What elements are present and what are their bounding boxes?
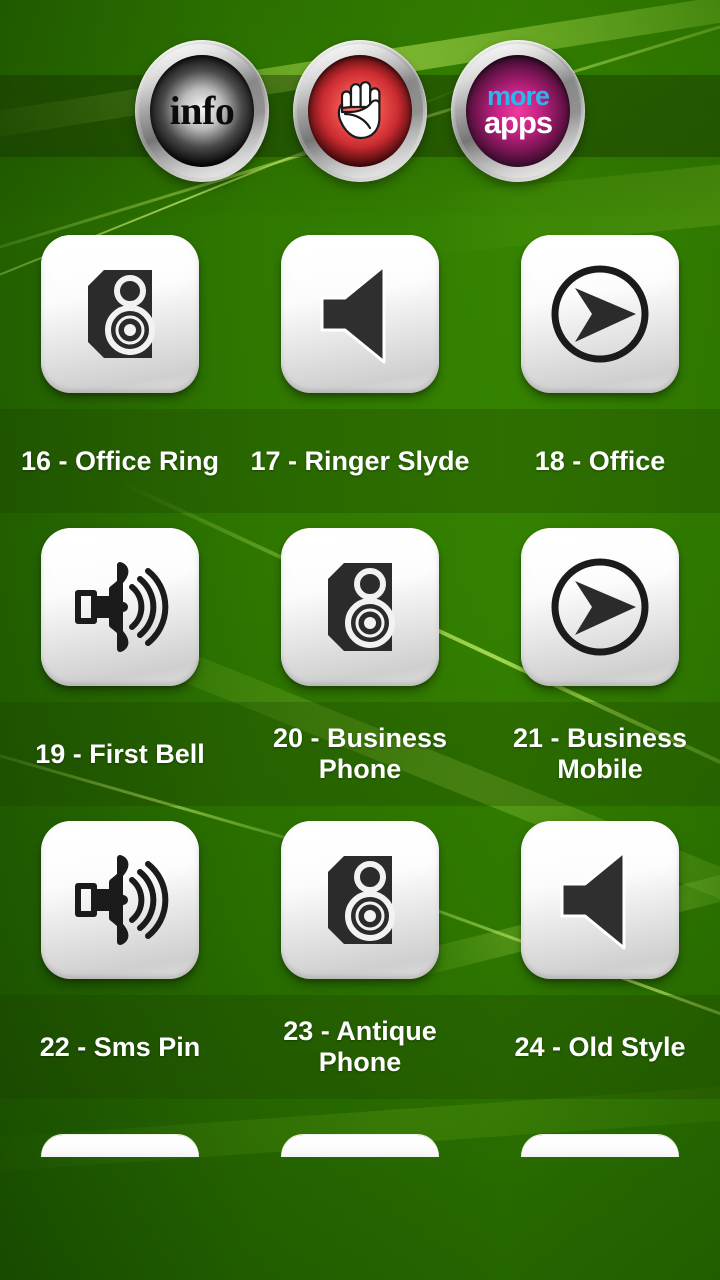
ringtone-tile-partial[interactable] — [281, 1135, 439, 1157]
ringtone-cell[interactable]: 21 - Business Mobile — [480, 528, 720, 806]
ringtone-label: 24 - Old Style — [480, 995, 720, 1099]
ringtone-cell[interactable]: 18 - Office — [480, 235, 720, 513]
ringtone-tile-24[interactable] — [521, 821, 679, 979]
ringtone-label: 19 - First Bell — [0, 702, 240, 806]
ringtone-label: 22 - Sms Pin — [0, 995, 240, 1099]
more-apps-button-face: more apps — [466, 55, 570, 167]
ringtone-tile-16[interactable] — [41, 235, 199, 393]
speaker-cabinet-icon — [314, 850, 406, 950]
ringtone-tile-21[interactable] — [521, 528, 679, 686]
info-button-face: info — [150, 55, 254, 167]
ringtone-cell[interactable]: 23 - Antique Phone — [240, 821, 480, 1099]
ringtone-label: 18 - Office — [480, 409, 720, 513]
horn-waves-icon — [68, 852, 172, 948]
ringtone-cell[interactable]: 20 - Business Phone — [240, 528, 480, 806]
hand-stop-icon — [329, 74, 391, 149]
ringtone-cell[interactable]: 19 - First Bell — [0, 528, 240, 806]
ringtone-label: 16 - Office Ring — [0, 409, 240, 513]
ringtone-label: 21 - Business Mobile — [480, 702, 720, 806]
more-apps-label-bottom: apps — [483, 105, 553, 141]
play-arrow-circle-icon — [548, 555, 652, 659]
ringtone-cell[interactable]: 22 - Sms Pin — [0, 821, 240, 1099]
ringtone-label: 23 - Antique Phone — [240, 995, 480, 1099]
volume-cone-icon — [312, 262, 408, 366]
header-bar: info more apps — [0, 0, 720, 215]
ringtone-tile-partial[interactable] — [521, 1135, 679, 1157]
ringtone-tile-partial[interactable] — [41, 1135, 199, 1157]
ringtone-tile-20[interactable] — [281, 528, 439, 686]
speaker-cabinet-icon — [74, 264, 166, 364]
ringtone-cell[interactable]: 24 - Old Style — [480, 821, 720, 1099]
play-arrow-circle-icon — [548, 262, 652, 366]
ringtone-label: 20 - Business Phone — [240, 702, 480, 806]
stop-button-face — [308, 55, 412, 167]
volume-cone-icon — [552, 848, 648, 952]
stop-button[interactable] — [293, 40, 427, 182]
info-button[interactable]: info — [135, 40, 269, 182]
ringtone-cell[interactable]: 17 - Ringer Slyde — [240, 235, 480, 513]
ringtone-tile-18[interactable] — [521, 235, 679, 393]
ringtone-tile-22[interactable] — [41, 821, 199, 979]
more-apps-button[interactable]: more apps — [451, 40, 585, 182]
ringtone-grid: 16 - Office Ring 17 - Ringer Slyde 18 - … — [0, 215, 720, 1280]
ringtone-label: 17 - Ringer Slyde — [240, 409, 480, 513]
info-button-label: info — [169, 88, 235, 133]
ringtone-tile-23[interactable] — [281, 821, 439, 979]
ringtone-tile-19[interactable] — [41, 528, 199, 686]
speaker-cabinet-icon — [314, 557, 406, 657]
ringtone-tile-17[interactable] — [281, 235, 439, 393]
ringtone-cell[interactable]: 16 - Office Ring — [0, 235, 240, 513]
horn-waves-icon — [68, 559, 172, 655]
